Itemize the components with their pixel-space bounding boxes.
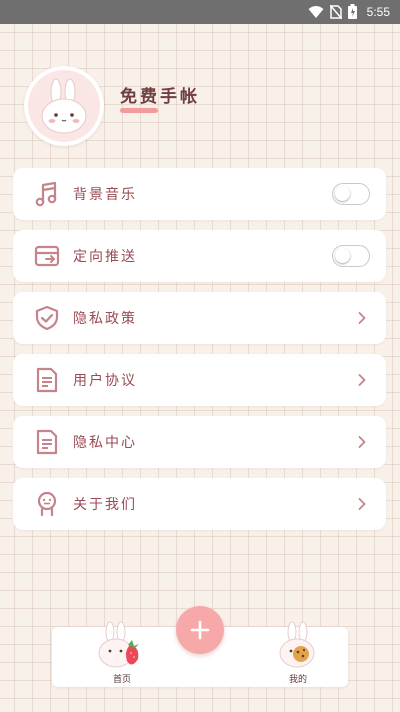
status-time: 5:55: [366, 4, 390, 19]
plus-icon: [190, 620, 210, 640]
document-icon: [36, 367, 58, 393]
menu-label: 隐私中心: [73, 435, 137, 451]
person-icon: [37, 491, 57, 517]
chevron-right-icon: [358, 312, 366, 324]
bunny-avatar-icon: [28, 70, 100, 142]
chevron-right-icon: [358, 498, 366, 510]
title-underline: [120, 108, 158, 113]
nav-item-mine[interactable]: 我的: [258, 621, 338, 687]
push-card-icon: [34, 245, 60, 267]
bunny-cookie-icon: [279, 621, 315, 668]
menu-item-targeted-push[interactable]: 定向推送: [13, 230, 386, 282]
avatar[interactable]: [24, 66, 104, 146]
app-title: 免费手帐: [120, 87, 200, 107]
wifi-icon: [308, 5, 324, 18]
menu-item-background-music[interactable]: 背景音乐: [13, 168, 386, 220]
targeted-push-toggle[interactable]: [332, 245, 370, 267]
menu-item-user-agreement[interactable]: 用户协议: [13, 354, 386, 406]
chevron-right-icon: [358, 436, 366, 448]
status-icons: 5:55: [308, 4, 390, 19]
nav-label-home: 首页: [112, 675, 131, 685]
shield-check-icon: [35, 305, 59, 331]
menu-label: 用户协议: [73, 373, 137, 389]
battery-icon: [347, 4, 357, 19]
menu-item-privacy-center[interactable]: 隐私中心: [13, 416, 386, 468]
document-icon: [36, 429, 58, 455]
chevron-right-icon: [358, 374, 366, 386]
nav-item-home[interactable]: 首页: [82, 621, 162, 687]
music-note-icon: [35, 181, 57, 207]
add-button[interactable]: [176, 606, 224, 654]
menu-label: 背景音乐: [73, 187, 137, 203]
toggle-knob: [335, 248, 350, 263]
nav-label-mine: 我的: [288, 675, 307, 685]
menu-label: 关于我们: [73, 497, 137, 513]
menu-item-about-us[interactable]: 关于我们: [13, 478, 386, 530]
toggle-knob: [335, 186, 350, 201]
bunny-strawberry-icon: [98, 621, 139, 668]
menu-label: 定向推送: [73, 249, 137, 265]
menu-label: 隐私政策: [73, 311, 137, 327]
status-bar: 5:55: [0, 0, 400, 24]
menu-item-privacy-policy[interactable]: 隐私政策: [13, 292, 386, 344]
background-music-toggle[interactable]: [332, 183, 370, 205]
no-sim-icon: [329, 4, 342, 19]
